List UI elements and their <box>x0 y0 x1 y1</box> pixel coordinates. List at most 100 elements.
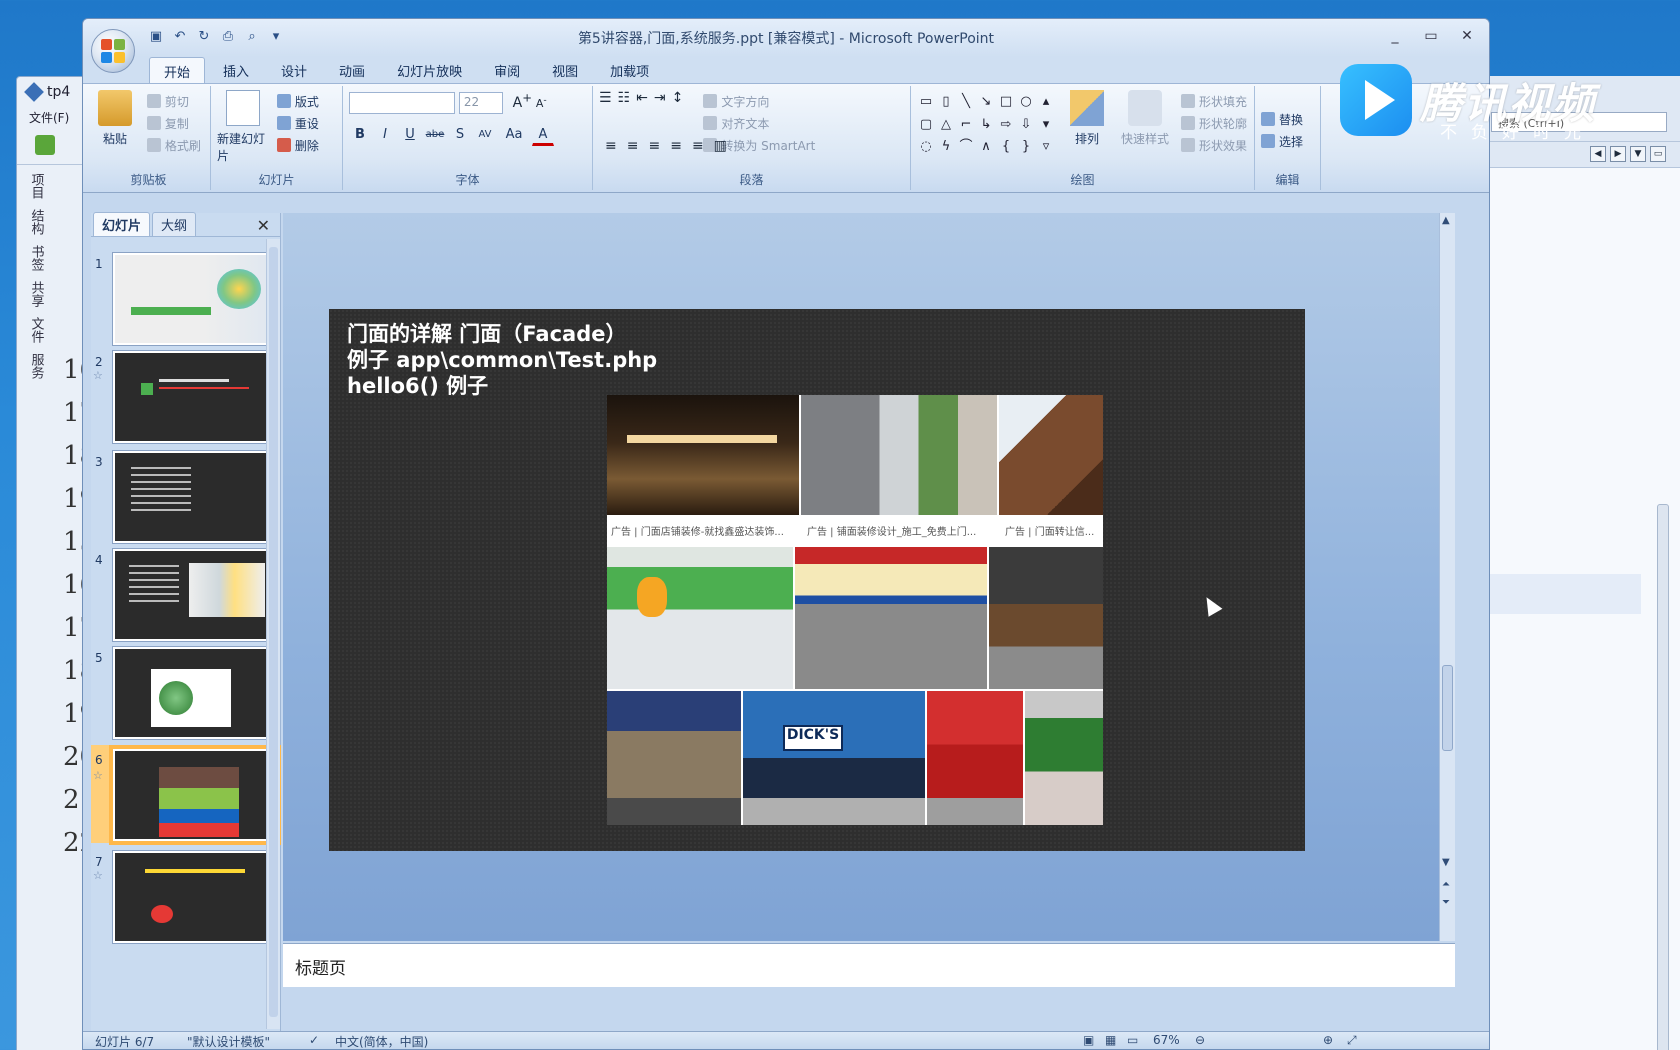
maximize-button[interactable]: ▭ <box>1417 25 1445 47</box>
next-slide-icon[interactable]: ⏷ <box>1442 897 1450 908</box>
nav-left-icon[interactable]: ◀ <box>1590 146 1606 162</box>
arrange-button[interactable]: 排列 <box>1065 90 1109 156</box>
close-button[interactable]: ✕ <box>1453 25 1481 47</box>
shape-fill-button[interactable]: 形状填充 <box>1181 90 1247 112</box>
elbow-arrow-icon[interactable]: ↳ <box>977 117 995 133</box>
slide-thumbnail-7[interactable] <box>112 850 278 944</box>
elbow-connector-icon[interactable]: ⌐ <box>957 117 975 133</box>
slide-textbox[interactable]: 门面的详解 门面（Facade） 例子 app\common\Test.php … <box>347 321 657 399</box>
panel-scrollbar[interactable] <box>266 239 280 1029</box>
new-slide-button[interactable]: 新建幻灯片 <box>217 90 269 164</box>
cut-button[interactable]: 剪切 <box>146 90 201 112</box>
lightning-shape-icon[interactable]: ϟ <box>937 139 955 155</box>
text-direction-button[interactable]: 文字方向 <box>703 90 815 112</box>
slide-thumbnail-5[interactable] <box>112 646 278 740</box>
shape-effects-button[interactable]: 形状效果 <box>1181 134 1247 156</box>
scroll-up-arrow-icon[interactable]: ▲ <box>1442 215 1450 226</box>
distributed-icon[interactable]: ≡ <box>692 138 704 154</box>
tab-home[interactable]: 开始 <box>149 57 206 83</box>
notes-pane[interactable]: 标题页 <box>283 943 1455 987</box>
slide-thumbnail-2[interactable] <box>112 350 278 444</box>
tab-design[interactable]: 设计 <box>267 57 321 83</box>
paste-button[interactable]: 粘贴 <box>93 90 137 147</box>
scroll-thumb[interactable] <box>1442 665 1453 751</box>
curve-shape-icon[interactable]: ⌒ <box>957 139 975 155</box>
bold-button[interactable]: B <box>349 124 371 146</box>
fit-window-icon[interactable]: ⤢ <box>1347 1033 1357 1048</box>
slide-vertical-scrollbar[interactable]: ▲ ▼ ⏶ ⏷ <box>1439 213 1455 941</box>
slide-thumbnail-1[interactable] <box>112 252 278 346</box>
italic-button[interactable]: I <box>374 124 396 146</box>
normal-view-icon[interactable]: ▣ <box>1083 1033 1094 1047</box>
quick-styles-button[interactable]: 快速样式 <box>1117 90 1173 156</box>
close-panel-icon[interactable]: ✕ <box>257 216 270 235</box>
tab-addins[interactable]: 加载项 <box>596 57 663 83</box>
right-window-selected-row[interactable] <box>1481 574 1641 614</box>
side-tab-projects[interactable]: 项目 <box>27 173 46 199</box>
previous-slide-icon[interactable]: ⏶ <box>1442 879 1450 890</box>
arrow-line-shape-icon[interactable]: ↘ <box>977 94 995 110</box>
triangle-shape-icon[interactable]: △ <box>937 117 955 133</box>
slide-thumbnail-3[interactable] <box>112 450 278 544</box>
spell-check-icon[interactable]: ✓ <box>309 1033 319 1047</box>
tab-slideshow[interactable]: 幻灯片放映 <box>383 57 476 83</box>
right-brace-icon[interactable]: } <box>1017 139 1035 155</box>
tab-view[interactable]: 视图 <box>538 57 592 83</box>
side-tab-files[interactable]: 文件 <box>27 317 46 343</box>
side-tab-structure[interactable]: 结构 <box>27 209 46 235</box>
align-center-icon[interactable]: ≡ <box>627 138 639 154</box>
scroll-up-icon[interactable]: ▴ <box>1037 94 1055 110</box>
new-project-icon[interactable] <box>35 135 55 155</box>
left-brace-icon[interactable]: { <box>997 139 1015 155</box>
shadow-button[interactable]: S <box>449 124 471 146</box>
slideshow-view-icon[interactable]: ▭ <box>1127 1033 1138 1047</box>
grow-font-icon[interactable]: A+ <box>513 90 532 111</box>
side-tab-share[interactable]: 共享 <box>27 281 46 307</box>
tab-review[interactable]: 审阅 <box>480 57 534 83</box>
office-button[interactable] <box>91 29 135 73</box>
freeform-shape-icon[interactable]: ◌ <box>917 139 935 155</box>
side-tab-services[interactable]: 服务 <box>27 353 46 379</box>
layout-button[interactable]: 版式 <box>276 90 319 112</box>
nav-right-icon[interactable]: ▶ <box>1610 146 1626 162</box>
dropdown-icon[interactable]: ▼ <box>1630 146 1646 162</box>
oval-shape-icon[interactable]: ○ <box>1017 94 1035 110</box>
change-case-button[interactable]: Aa <box>499 124 529 146</box>
format-painter-button[interactable]: 格式刷 <box>146 134 201 156</box>
justify-icon[interactable]: ≡ <box>670 138 682 154</box>
slide-thumbnail-6[interactable] <box>109 745 281 845</box>
rounded-rect-shape-icon[interactable]: ▢ <box>917 117 935 133</box>
select-button[interactable]: 选择 <box>1261 130 1314 152</box>
status-language[interactable]: 中文(简体，中国) <box>335 1033 428 1049</box>
current-slide[interactable]: 门面的详解 门面（Facade） 例子 app\common\Test.php … <box>329 309 1305 851</box>
tab-insert[interactable]: 插入 <box>209 57 263 83</box>
restore-icon[interactable]: ▭ <box>1650 146 1666 162</box>
rectangle-shape-icon[interactable]: □ <box>997 94 1015 110</box>
scroll-down-arrow-icon[interactable]: ▼ <box>1442 857 1450 868</box>
right-arrow-shape-icon[interactable]: ⇨ <box>997 117 1015 133</box>
zoom-in-icon[interactable]: ⊕ <box>1323 1033 1333 1047</box>
font-color-button[interactable]: A <box>532 124 554 147</box>
underline-button[interactable]: U <box>399 124 421 146</box>
right-window-scrollbar[interactable] <box>1657 504 1669 1050</box>
minimize-button[interactable]: _ <box>1381 25 1409 47</box>
side-tab-bookmarks[interactable]: 书签 <box>27 245 46 271</box>
columns-icon[interactable]: ▥ <box>714 138 727 154</box>
line-shape-icon[interactable]: ╲ <box>957 94 975 110</box>
copy-button[interactable]: 复制 <box>146 112 201 134</box>
font-name-select[interactable] <box>349 92 455 115</box>
arc-shape-icon[interactable]: ∧ <box>977 139 995 155</box>
slide-sorter-view-icon[interactable]: ▦ <box>1105 1033 1116 1047</box>
vertical-textbox-shape-icon[interactable]: ▯ <box>937 94 955 110</box>
align-left-icon[interactable]: ≡ <box>605 138 617 154</box>
tab-animations[interactable]: 动画 <box>325 57 379 83</box>
font-size-select[interactable]: 22 <box>458 92 503 115</box>
zoom-level[interactable]: 67% <box>1153 1033 1180 1047</box>
strikethrough-button[interactable]: abe <box>424 124 446 146</box>
textbox-shape-icon[interactable]: ▭ <box>917 94 935 110</box>
reset-button[interactable]: 重设 <box>276 112 319 134</box>
char-spacing-button[interactable]: AV <box>474 124 496 146</box>
shrink-font-icon[interactable]: A- <box>536 94 547 110</box>
shape-outline-button[interactable]: 形状轮廓 <box>1181 112 1247 134</box>
align-right-icon[interactable]: ≡ <box>648 138 660 154</box>
